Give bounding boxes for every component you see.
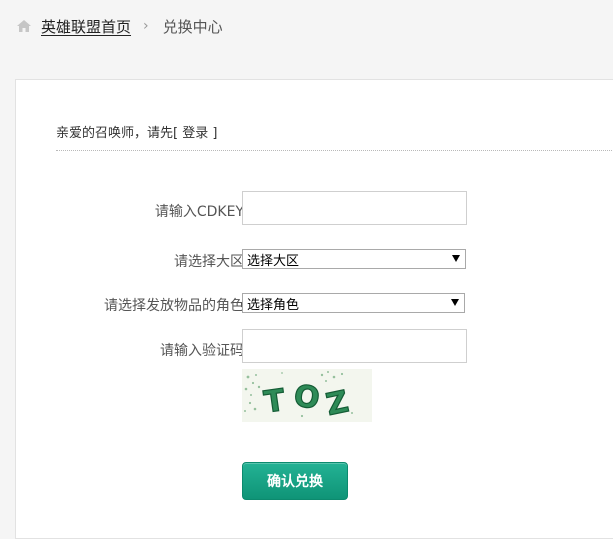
redeem-panel: 亲爱的召唤师，请先[ 登录 ] 请输入CDKEY： 请选择大区： 选择大区 请选… (15, 79, 613, 539)
captcha-input[interactable] (242, 329, 467, 363)
login-bracket-close: ] (208, 126, 218, 141)
dropdown-arrow-icon (452, 255, 460, 262)
login-link[interactable]: 登录 (182, 126, 208, 141)
role-select-value: 选择角色 (247, 297, 300, 313)
region-select-value: 选择大区 (247, 253, 300, 269)
login-notice-text: 亲爱的召唤师，请先 (56, 126, 174, 141)
dropdown-arrow-icon (451, 299, 459, 306)
chevron-right-icon: › (143, 18, 149, 34)
breadcrumb: 英雄联盟首页 › 兑换中心 (16, 14, 223, 38)
breadcrumb-home-link[interactable]: 英雄联盟首页 (41, 16, 131, 37)
login-notice: 亲爱的召唤师，请先[ 登录 ] (56, 122, 217, 141)
cdkey-input[interactable] (242, 191, 467, 225)
divider (56, 150, 613, 151)
login-bracket-open: [ (173, 126, 183, 141)
home-icon (17, 20, 31, 32)
captcha-graphic: T O Z (242, 369, 372, 424)
role-select[interactable]: 选择角色 (242, 293, 465, 313)
captcha-image[interactable]: T O Z (242, 369, 372, 424)
confirm-redeem-button[interactable]: 确认兑换 (242, 462, 348, 500)
role-label: 请选择发放物品的角色： (104, 298, 258, 314)
breadcrumb-current: 兑换中心 (162, 17, 223, 36)
region-select[interactable]: 选择大区 (242, 249, 466, 269)
